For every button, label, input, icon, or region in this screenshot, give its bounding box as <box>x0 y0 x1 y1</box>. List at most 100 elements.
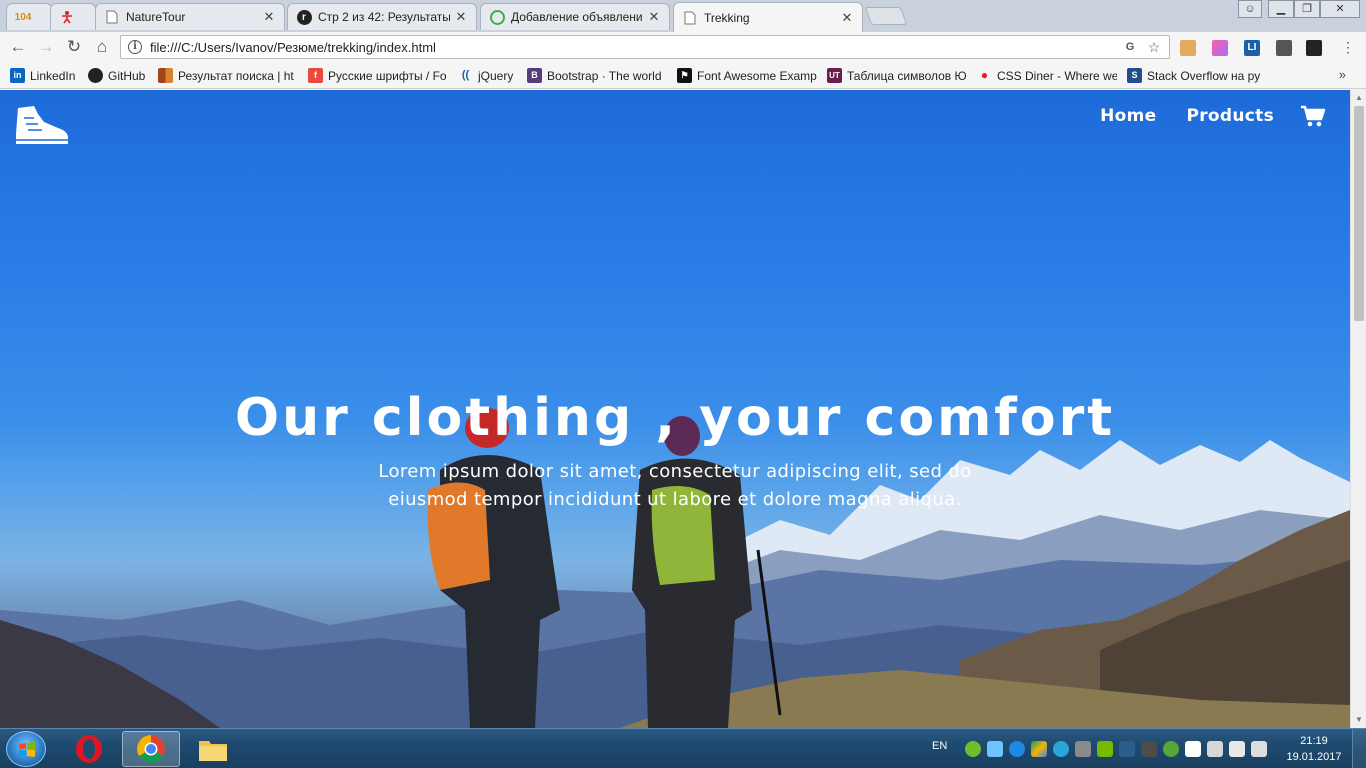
bookmark-symbols-table[interactable]: UT Таблица символов Ю <box>827 67 967 84</box>
new-tab-button[interactable] <box>864 7 908 25</box>
system-tray <box>962 729 1270 768</box>
browser-tab-strip: 104 NatureTour ✕ r Стр 2 из 42: Результа… <box>0 0 1366 32</box>
menu-icon[interactable]: ⋮ <box>1336 36 1360 58</box>
url-text[interactable]: file:///C:/Users/Ivanov/Резюме/trekking/… <box>150 40 1121 55</box>
google-drive-icon[interactable] <box>1031 741 1047 757</box>
clock-time: 21:19 <box>1300 735 1328 747</box>
tab-trekking[interactable]: Trekking ✕ <box>673 2 863 32</box>
utorrent-icon[interactable] <box>1163 741 1179 757</box>
bookmark-bootstrap[interactable]: B Bootstrap · The world <box>527 67 665 84</box>
page-scrollbar[interactable]: ▲ ▼ <box>1350 90 1366 728</box>
symbols-icon: UT <box>827 68 842 83</box>
nav-home-link[interactable]: Home <box>1100 106 1156 126</box>
close-icon[interactable]: ✕ <box>647 10 661 24</box>
tab-title: Стр 2 из 42: Результаты <box>318 10 450 24</box>
back-icon[interactable]: ← <box>6 36 30 58</box>
close-icon[interactable]: ✕ <box>840 10 854 25</box>
tab-search-results[interactable]: r Стр 2 из 42: Результаты ✕ <box>287 3 477 30</box>
jquery-icon: (( <box>461 69 470 81</box>
start-button[interactable] <box>6 731 46 767</box>
eyedropper-icon[interactable] <box>1276 40 1292 56</box>
windows-taskbar: EN 21:19 19.01.2017 <box>0 728 1366 768</box>
bookmark-jquery[interactable]: (( jQuery <box>458 67 518 84</box>
bluetooth-icon[interactable] <box>1119 741 1135 757</box>
bookmark-label: Stack Overflow на ру <box>1147 68 1261 83</box>
info-icon[interactable]: i <box>128 40 142 54</box>
nav-products-link[interactable]: Products <box>1186 106 1274 126</box>
bookmark-github[interactable]: GitHub <box>88 67 152 84</box>
address-bar[interactable]: i file:///C:/Users/Ivanov/Резюме/trekkin… <box>120 35 1170 59</box>
extension-li-icon[interactable]: LI <box>1244 40 1260 56</box>
volume-icon[interactable] <box>1251 741 1267 757</box>
taskbar-opera[interactable] <box>60 731 118 767</box>
minimize-icon[interactable]: ▁ <box>1268 0 1294 18</box>
reload-icon[interactable]: ↻ <box>62 36 86 58</box>
show-desktop-button[interactable] <box>1352 729 1366 768</box>
bookmark-russian-fonts[interactable]: f Русские шрифты / Fo <box>308 67 446 84</box>
restore-icon[interactable]: ❐ <box>1294 0 1320 18</box>
user-icon[interactable]: ☺ <box>1238 0 1262 18</box>
opera-icon <box>76 735 102 763</box>
tab-pinned-figure[interactable] <box>50 3 96 30</box>
close-icon[interactable]: ✕ <box>262 10 276 24</box>
window-close-icon[interactable]: ✕ <box>1320 0 1360 18</box>
chrome-icon <box>137 735 165 763</box>
bookmark-css-diner[interactable]: ● CSS Diner - Where we <box>977 67 1117 84</box>
tray-lightning-icon[interactable] <box>1009 741 1025 757</box>
extension-colorzilla-icon[interactable] <box>1212 40 1228 56</box>
font-awesome-icon: ⚑ <box>677 68 692 83</box>
scrollbar-thumb[interactable] <box>1354 106 1364 321</box>
home-icon[interactable]: ⌂ <box>90 36 114 58</box>
bookmark-label: Bootstrap · The world <box>547 68 662 83</box>
bookmark-star-icon[interactable]: ☆ <box>1145 38 1163 56</box>
bookmark-linkedin[interactable]: in LinkedIn <box>10 67 82 84</box>
tray-cloud-icon[interactable] <box>987 741 1003 757</box>
chevron-more-icon[interactable]: » <box>1339 67 1346 82</box>
tab-ad-posting[interactable]: Добавление объявлени ✕ <box>480 3 670 30</box>
tray-usb-icon[interactable] <box>1141 741 1157 757</box>
extension-ghost-icon[interactable] <box>1306 40 1322 56</box>
blocks-icon <box>158 68 173 83</box>
bookmark-stackoverflow[interactable]: S Stack Overflow на ру <box>1127 67 1265 84</box>
windows-logo-icon <box>19 742 35 757</box>
tray-app-icon[interactable] <box>965 741 981 757</box>
close-icon[interactable]: ✕ <box>454 10 468 24</box>
taskbar-file-explorer[interactable] <box>184 731 242 767</box>
fonts-icon: f <box>308 68 323 83</box>
nvidia-icon[interactable] <box>1097 741 1113 757</box>
bookmark-label: Русские шрифты / Fo <box>328 68 446 83</box>
extension-ruler-icon[interactable] <box>1180 40 1196 56</box>
tab-pinned-counter[interactable]: 104 <box>6 3 52 30</box>
tab-title: Trekking <box>704 10 750 25</box>
page-icon <box>682 10 698 26</box>
bookmark-search-result[interactable]: Результат поиска | ht <box>158 67 298 84</box>
power-icon[interactable] <box>1207 741 1223 757</box>
browser-toolbar: ← → ↻ ⌂ i file:///C:/Users/Ivanov/Резюме… <box>0 32 1366 62</box>
tray-e-icon[interactable] <box>1053 741 1069 757</box>
bootstrap-icon: B <box>527 68 542 83</box>
language-indicator[interactable]: EN <box>932 740 947 752</box>
github-icon <box>88 68 103 83</box>
taskbar-chrome[interactable] <box>122 731 180 767</box>
scroll-down-icon[interactable]: ▼ <box>1351 712 1366 728</box>
forward-icon[interactable]: → <box>34 36 58 58</box>
r-icon: r <box>296 9 312 25</box>
linkedin-icon: in <box>10 68 25 83</box>
action-center-flag-icon[interactable] <box>1185 741 1201 757</box>
hero-description: Lorem ipsum dolor sit amet, consectetur … <box>378 461 972 510</box>
scroll-up-icon[interactable]: ▲ <box>1351 90 1366 106</box>
avito-icon <box>489 9 505 25</box>
tab-naturetour[interactable]: NatureTour ✕ <box>95 3 285 30</box>
bookmarks-bar: in LinkedIn GitHub Результат поиска | ht… <box>0 62 1366 89</box>
bookmark-font-awesome[interactable]: ⚑ Font Awesome Examp <box>677 67 817 84</box>
boot-logo-icon[interactable] <box>14 104 70 148</box>
tray-device-icon[interactable] <box>1075 741 1091 757</box>
system-clock[interactable]: 21:19 19.01.2017 <box>1282 733 1346 765</box>
site-nav: Home Products <box>1070 104 1326 128</box>
translate-icon[interactable]: G <box>1121 38 1139 56</box>
shopping-cart-icon[interactable] <box>1300 104 1326 128</box>
bookmark-label: GitHub <box>108 68 146 83</box>
network-signal-icon[interactable] <box>1229 741 1245 757</box>
bookmark-label: jQuery <box>478 68 514 83</box>
counter-icon: 104 <box>14 11 32 23</box>
